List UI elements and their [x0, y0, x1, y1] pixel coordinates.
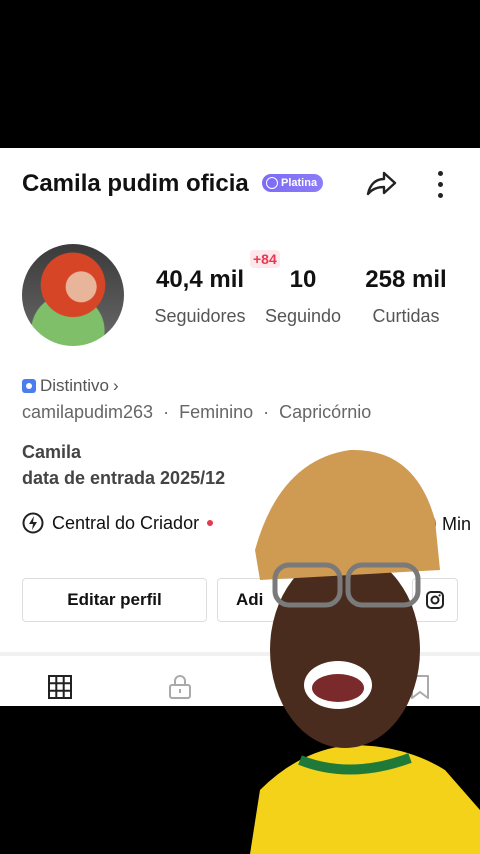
badge-label: Platina	[281, 177, 318, 189]
zodiac-sign: Capricórnio	[279, 402, 372, 422]
stat-followers[interactable]: 40,4 mil Seguidores	[150, 266, 250, 327]
stat-likes[interactable]: 258 mil Curtidas	[360, 266, 452, 327]
profile-display-name: Camila pudim oficia	[22, 170, 249, 197]
distintivo-link[interactable]: Distintivo ›	[22, 376, 119, 396]
badge-icon	[266, 177, 278, 189]
gender: Feminino	[179, 402, 254, 422]
profile-meta: camilapudim263 · Feminino · Capricórnio	[22, 402, 371, 423]
followers-label: Seguidores	[154, 306, 246, 326]
meta-separator: ·	[263, 402, 270, 422]
more-vertical-icon[interactable]	[430, 168, 450, 200]
distintivo-label: Distintivo	[40, 376, 109, 395]
edit-profile-button[interactable]: Editar perfil	[22, 578, 207, 622]
meta-separator: ·	[163, 402, 170, 422]
followers-count: 40,4 mil	[155, 266, 245, 293]
creator-center-link[interactable]: Central do Criador	[22, 512, 214, 534]
following-label: Seguindo	[264, 306, 342, 326]
creator-center-label: Central do Criador	[52, 512, 200, 533]
bio-name: Camila	[22, 442, 82, 462]
grid-icon[interactable]	[47, 674, 73, 700]
header-row: Camila pudim oficia Platina	[22, 168, 480, 198]
red-dot-indicator	[207, 520, 214, 526]
chevron-right-icon: ›	[112, 376, 119, 395]
lock-icon[interactable]	[167, 674, 193, 700]
join-date: data de entrada 2025/12	[22, 468, 226, 488]
share-arrow-icon[interactable]	[362, 168, 398, 200]
username: camilapudim263	[22, 402, 154, 422]
likes-count: 258 mil	[365, 266, 447, 293]
avatar[interactable]	[22, 244, 124, 346]
lightning-icon	[22, 512, 44, 534]
likes-label: Curtidas	[372, 306, 440, 326]
stat-following[interactable]: 10 Seguindo	[262, 266, 344, 327]
following-count: 10	[289, 266, 317, 293]
video-overlay-person	[250, 449, 480, 854]
shield-icon	[22, 379, 36, 393]
platina-badge[interactable]: Platina	[262, 174, 324, 192]
